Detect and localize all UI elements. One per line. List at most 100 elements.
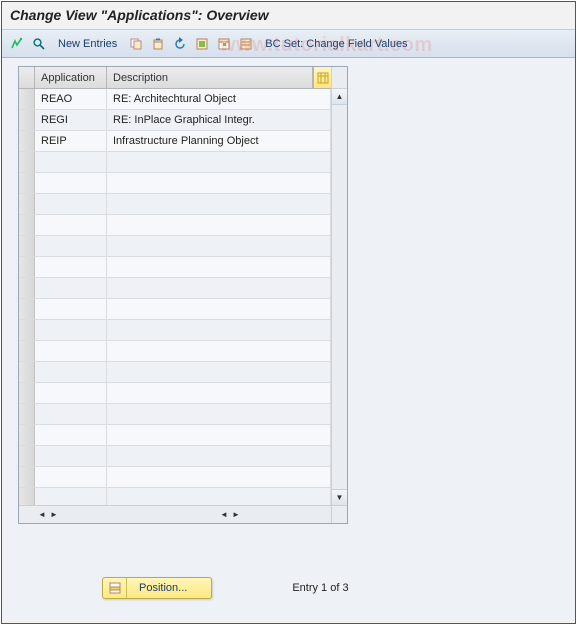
deselect-all-icon[interactable] — [237, 35, 255, 53]
cell-application[interactable] — [35, 257, 107, 277]
table-row: REAORE: Architechtural Object — [19, 89, 331, 110]
cell-description[interactable] — [107, 152, 331, 172]
table-settings-icon[interactable] — [313, 67, 331, 88]
row-selector[interactable] — [19, 488, 35, 505]
cell-description[interactable] — [107, 341, 331, 361]
page-title: Change View "Applications": Overview — [2, 2, 575, 30]
row-selector[interactable] — [19, 215, 35, 235]
scroll-up-icon[interactable]: ▲ — [332, 89, 347, 105]
cell-description[interactable] — [107, 320, 331, 340]
cell-application[interactable] — [35, 152, 107, 172]
scroll-left-icon[interactable]: ◄ — [37, 510, 47, 520]
cell-application[interactable] — [35, 362, 107, 382]
scroll-left-end-icon[interactable]: ◄ — [219, 510, 229, 520]
row-selector[interactable] — [19, 236, 35, 256]
table-row — [19, 278, 331, 299]
table-row: REGIRE: InPlace Graphical Integr. — [19, 110, 331, 131]
cell-application[interactable]: REAO — [35, 89, 107, 109]
cell-application[interactable] — [35, 173, 107, 193]
row-selector[interactable] — [19, 299, 35, 319]
new-entries-button[interactable]: New Entries — [52, 35, 123, 53]
cell-description[interactable] — [107, 383, 331, 403]
applications-grid: Application Description REAORE: Architec… — [18, 66, 348, 524]
cell-description[interactable] — [107, 194, 331, 214]
table-row — [19, 341, 331, 362]
horizontal-scrollbar[interactable]: ◄ ► ◄ ► — [19, 505, 331, 523]
table-row — [19, 383, 331, 404]
scroll-down-icon[interactable]: ▼ — [332, 489, 347, 505]
row-selector[interactable] — [19, 278, 35, 298]
row-selector[interactable] — [19, 194, 35, 214]
cell-description[interactable] — [107, 425, 331, 445]
table-row — [19, 362, 331, 383]
cell-application[interactable] — [35, 404, 107, 424]
row-selector[interactable] — [19, 362, 35, 382]
cell-application[interactable] — [35, 278, 107, 298]
cell-description[interactable]: RE: Architechtural Object — [107, 89, 331, 109]
select-block-icon[interactable] — [215, 35, 233, 53]
cell-application[interactable] — [35, 383, 107, 403]
position-icon — [103, 578, 127, 598]
cell-application[interactable] — [35, 488, 107, 505]
column-header-description[interactable]: Description — [107, 67, 313, 88]
other-view-icon[interactable] — [8, 35, 26, 53]
row-selector[interactable] — [19, 131, 35, 151]
cell-application[interactable] — [35, 320, 107, 340]
cell-description[interactable] — [107, 467, 331, 487]
table-row — [19, 173, 331, 194]
row-selector[interactable] — [19, 446, 35, 466]
cell-description[interactable]: Infrastructure Planning Object — [107, 131, 331, 151]
row-selector-header[interactable] — [19, 67, 35, 88]
delete-icon[interactable] — [149, 35, 167, 53]
cell-application[interactable] — [35, 236, 107, 256]
cell-application[interactable] — [35, 425, 107, 445]
vertical-scrollbar[interactable]: ▲ ▼ — [331, 67, 347, 523]
cell-application[interactable] — [35, 446, 107, 466]
row-selector[interactable] — [19, 257, 35, 277]
row-selector[interactable] — [19, 341, 35, 361]
position-button[interactable]: Position... — [102, 577, 212, 599]
bc-set-button[interactable]: BC Set: Change Field Values — [259, 35, 413, 53]
cell-description[interactable] — [107, 236, 331, 256]
row-selector[interactable] — [19, 152, 35, 172]
cell-application[interactable]: REGI — [35, 110, 107, 130]
row-selector[interactable] — [19, 404, 35, 424]
row-selector[interactable] — [19, 467, 35, 487]
cell-description[interactable] — [107, 257, 331, 277]
copy-as-icon[interactable] — [127, 35, 145, 53]
undo-icon[interactable] — [171, 35, 189, 53]
cell-application[interactable] — [35, 215, 107, 235]
scroll-right-icon[interactable]: ► — [49, 510, 59, 520]
row-selector[interactable] — [19, 89, 35, 109]
row-selector[interactable] — [19, 383, 35, 403]
column-header-application[interactable]: Application — [35, 67, 107, 88]
table-row — [19, 467, 331, 488]
cell-description[interactable] — [107, 215, 331, 235]
cell-description[interactable] — [107, 173, 331, 193]
table-row — [19, 446, 331, 467]
cell-description[interactable] — [107, 446, 331, 466]
cell-application[interactable]: REIP — [35, 131, 107, 151]
cell-application[interactable] — [35, 194, 107, 214]
cell-application[interactable] — [35, 341, 107, 361]
find-icon[interactable] — [30, 35, 48, 53]
cell-application[interactable] — [35, 299, 107, 319]
cell-description[interactable] — [107, 299, 331, 319]
table-row — [19, 488, 331, 505]
row-selector[interactable] — [19, 173, 35, 193]
cell-description[interactable] — [107, 278, 331, 298]
table-row — [19, 425, 331, 446]
row-selector[interactable] — [19, 110, 35, 130]
cell-description[interactable] — [107, 404, 331, 424]
cell-description[interactable] — [107, 362, 331, 382]
cell-description[interactable]: RE: InPlace Graphical Integr. — [107, 110, 331, 130]
row-selector[interactable] — [19, 425, 35, 445]
select-all-icon[interactable] — [193, 35, 211, 53]
cell-description[interactable] — [107, 488, 331, 505]
table-row — [19, 152, 331, 173]
scroll-right-end-icon[interactable]: ► — [231, 510, 241, 520]
cell-application[interactable] — [35, 467, 107, 487]
entry-counter: Entry 1 of 3 — [292, 582, 348, 594]
row-selector[interactable] — [19, 320, 35, 340]
application-toolbar: New Entries BC Set: Change Field Values — [2, 30, 575, 58]
